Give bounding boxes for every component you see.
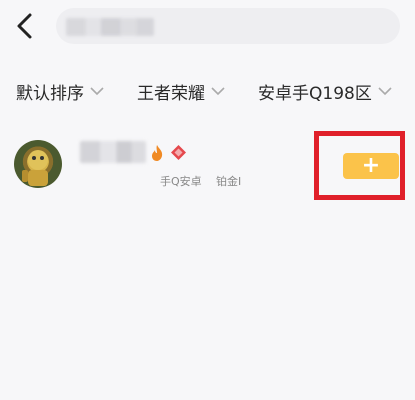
plus-icon: + [361, 153, 381, 178]
rank-tag: 铂金I [216, 175, 242, 188]
game-filter-label: 王者荣耀 [137, 83, 205, 104]
add-friend-button[interactable]: + [343, 153, 399, 179]
blurred-username [80, 141, 146, 163]
platform-tag: 手Q安卓 [160, 175, 202, 188]
server-filter-label: 安卓手Q198区 [258, 83, 372, 104]
chevron-down-icon [211, 87, 225, 96]
chevron-left-icon [17, 13, 32, 39]
avatar[interactable] [14, 140, 62, 188]
blurred-search-text [66, 18, 154, 36]
flame-icon [152, 145, 163, 161]
user-list-item[interactable]: 手Q安卓 铂金I + [0, 131, 415, 200]
filter-bar: 默认排序 王者荣耀 安卓手Q198区 [0, 76, 415, 106]
search-input[interactable] [56, 8, 400, 44]
server-filter[interactable]: 安卓手Q198区 [258, 76, 392, 106]
chevron-down-icon [90, 87, 104, 96]
game-filter[interactable]: 王者荣耀 [137, 76, 225, 106]
back-button[interactable] [12, 10, 40, 42]
sort-filter-label: 默认排序 [16, 83, 84, 104]
sort-filter[interactable]: 默认排序 [16, 76, 104, 106]
top-bar [0, 0, 415, 52]
avatar-image [22, 150, 48, 186]
chevron-down-icon [378, 87, 392, 96]
gem-icon [171, 145, 186, 160]
